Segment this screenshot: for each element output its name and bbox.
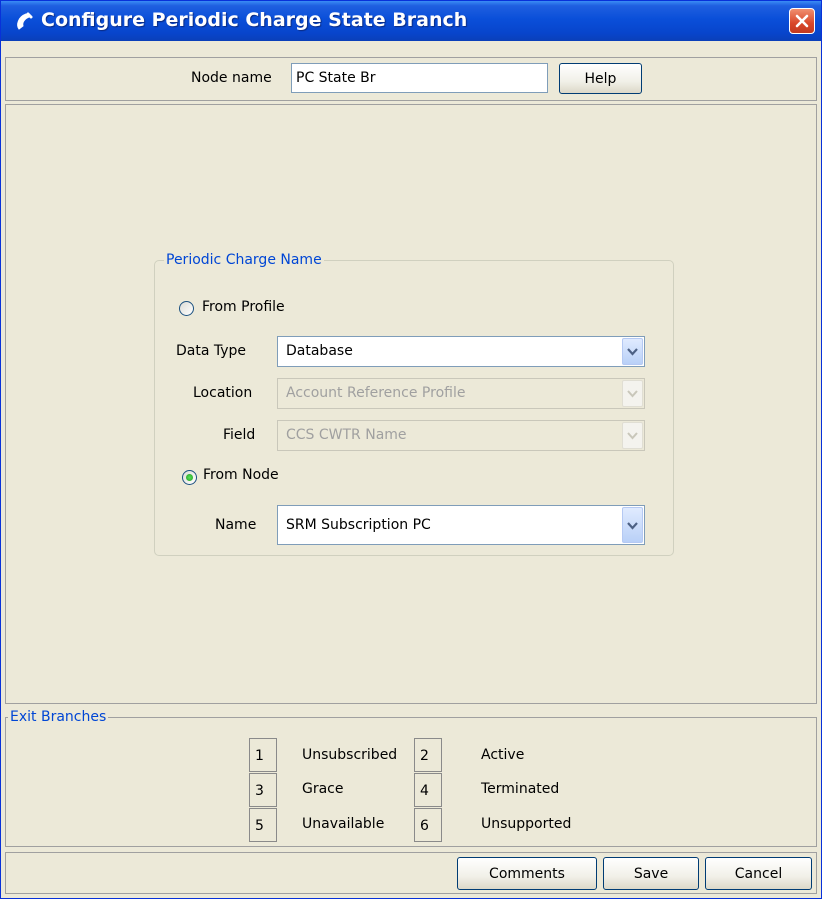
from-node-radio[interactable] — [182, 470, 197, 485]
from-node-label[interactable]: From Node — [203, 467, 279, 483]
footer-panel: Comments Save Cancel — [5, 852, 817, 894]
chevron-down-icon[interactable] — [622, 507, 643, 543]
location-select: Account Reference Profile — [277, 378, 645, 409]
exit-branch-number: 5 — [249, 808, 277, 842]
field-value: CCS CWTR Name — [286, 427, 407, 443]
chevron-down-icon — [622, 380, 643, 407]
exit-branches-title: Exit Branches — [8, 709, 109, 725]
exit-branch-number: 2 — [414, 738, 442, 772]
name-value: SRM Subscription PC — [286, 517, 431, 533]
periodic-charge-group-title: Periodic Charge Name — [164, 252, 324, 268]
periodic-charge-group: Periodic Charge Name From Profile Data T… — [154, 252, 674, 556]
node-name-input[interactable]: PC State Br — [291, 63, 548, 93]
name-label: Name — [215, 517, 257, 533]
cancel-button[interactable]: Cancel — [705, 857, 812, 890]
close-button[interactable] — [789, 8, 815, 34]
exit-branch-label: Grace — [302, 781, 344, 797]
dialog-window: Configure Periodic Charge State Branch N… — [0, 0, 822, 899]
exit-branch-number: 6 — [414, 808, 442, 842]
node-name-label: Node name — [191, 70, 272, 86]
name-select[interactable]: SRM Subscription PC — [277, 505, 645, 545]
field-select: CCS CWTR Name — [277, 420, 645, 451]
help-button[interactable]: Help — [559, 63, 642, 94]
data-type-select[interactable]: Database — [277, 336, 645, 367]
exit-branch-label: Terminated — [481, 781, 560, 797]
radio-selected-dot — [186, 474, 193, 481]
location-label: Location — [193, 385, 253, 401]
main-panel: Periodic Charge Name From Profile Data T… — [5, 104, 817, 704]
from-profile-radio[interactable] — [179, 301, 194, 316]
exit-branch-label: Unsupported — [481, 816, 572, 832]
phone-handset-icon — [14, 11, 36, 33]
exit-branches-group: Exit Branches 1 Unsubscribed 2 Active 3 … — [5, 709, 817, 847]
node-name-panel: Node name PC State Br Help — [5, 57, 817, 101]
location-value: Account Reference Profile — [286, 385, 466, 401]
exit-branch-label: Unsubscribed — [302, 747, 398, 763]
window-title: Configure Periodic Charge State Branch — [41, 9, 468, 31]
chevron-down-icon[interactable] — [622, 338, 643, 365]
save-button[interactable]: Save — [603, 857, 699, 890]
data-type-value: Database — [286, 343, 353, 359]
exit-branch-number: 4 — [414, 773, 442, 807]
exit-branch-number: 1 — [249, 738, 277, 772]
field-label: Field — [223, 427, 256, 443]
exit-branch-number: 3 — [249, 773, 277, 807]
close-icon — [795, 14, 809, 28]
comments-button[interactable]: Comments — [457, 857, 597, 890]
exit-branch-label: Unavailable — [302, 816, 385, 832]
title-bar[interactable]: Configure Periodic Charge State Branch — [1, 1, 821, 41]
data-type-label: Data Type — [176, 343, 247, 359]
exit-branch-label: Active — [481, 747, 525, 763]
chevron-down-icon — [622, 422, 643, 449]
from-profile-label[interactable]: From Profile — [202, 299, 285, 315]
